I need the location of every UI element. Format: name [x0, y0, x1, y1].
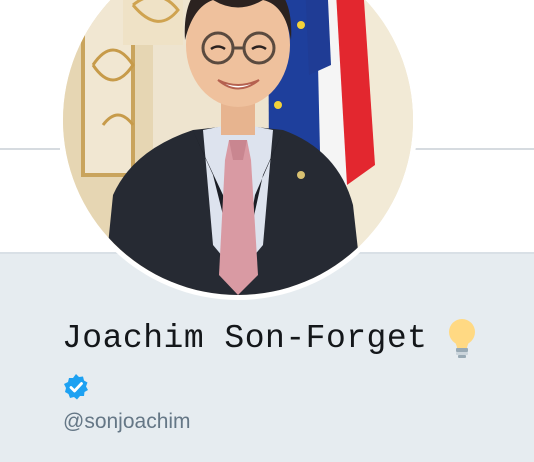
user-handle: @sonjoachim: [63, 410, 191, 433]
light-bulb-icon: [449, 319, 476, 358]
header-divider-left: [0, 148, 60, 150]
verified-badge-icon: [64, 374, 88, 400]
display-name[interactable]: Joachim Son-Forget: [62, 320, 427, 357]
name-row: Joachim Son-Forget: [62, 318, 479, 358]
header-divider-right: [412, 148, 534, 150]
